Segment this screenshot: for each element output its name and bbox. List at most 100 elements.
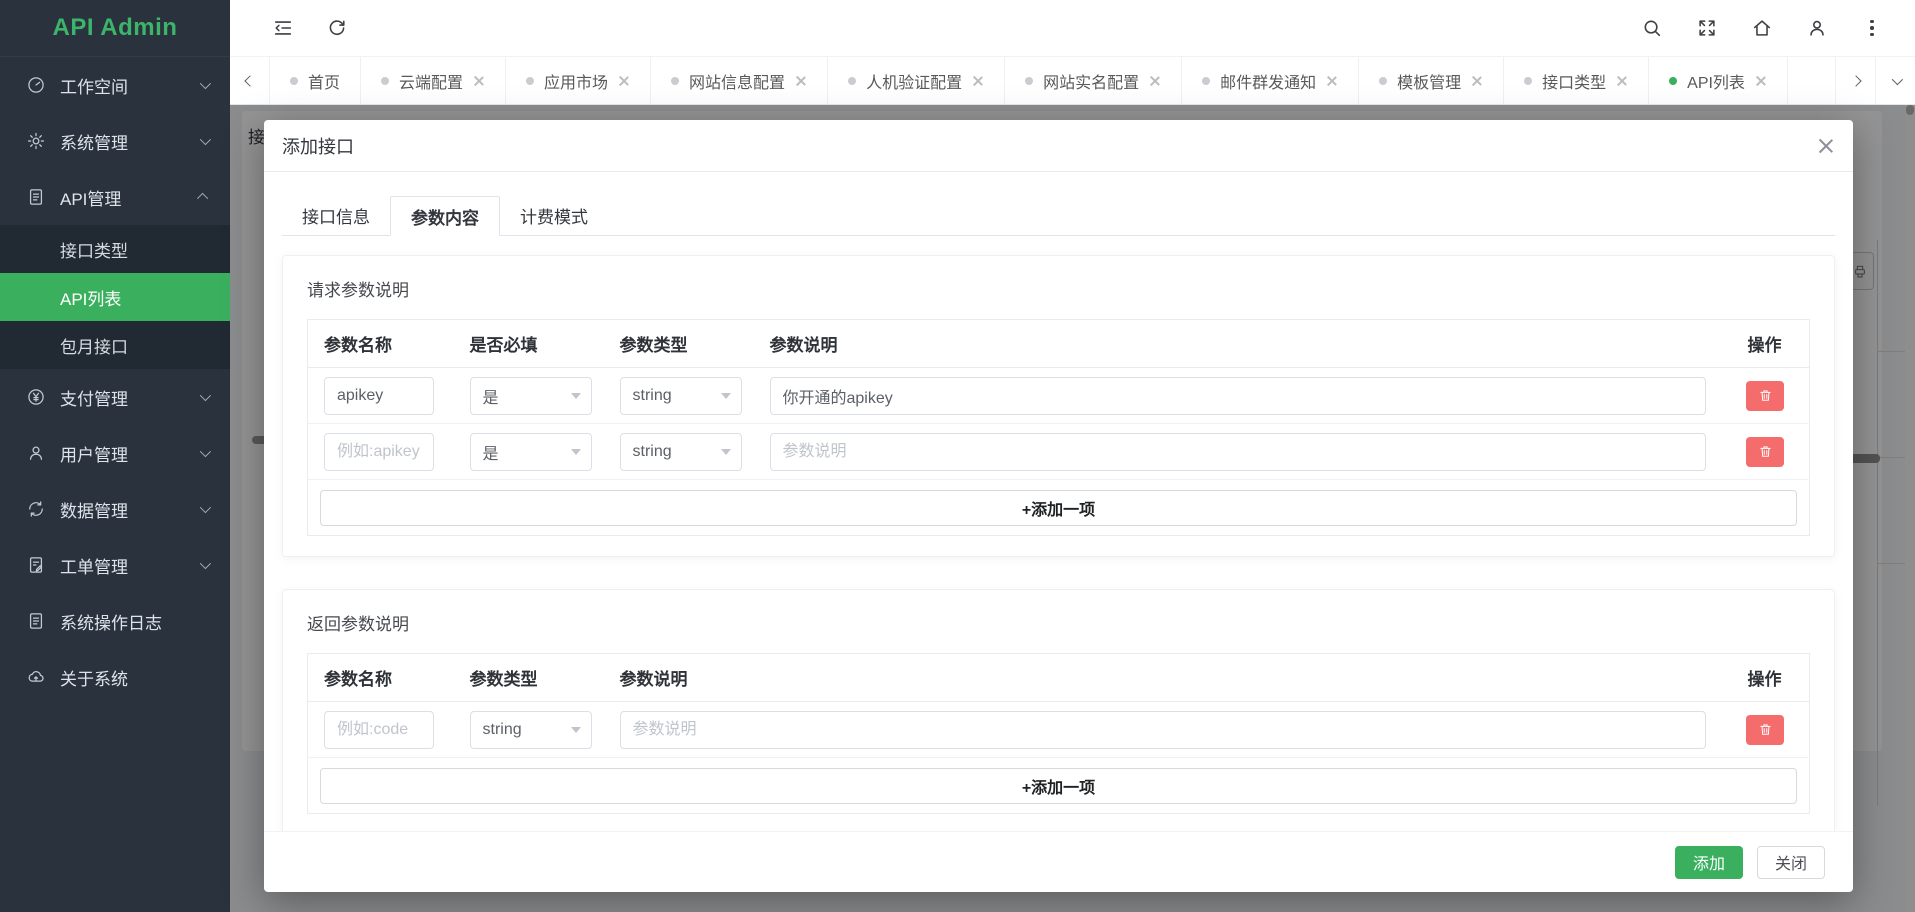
col-header-name: 参数名称 bbox=[308, 320, 454, 368]
param-type-select[interactable]: string bbox=[470, 711, 592, 749]
sidebar-item-payment[interactable]: 支付管理 bbox=[0, 369, 230, 425]
chevron-down-icon bbox=[200, 390, 211, 401]
dropdown-caret-icon bbox=[571, 393, 581, 399]
tab-label: 网站实名配置 bbox=[1043, 69, 1139, 93]
dialog-title: 添加接口 bbox=[282, 133, 354, 159]
tab-template-mgmt[interactable]: 模板管理 bbox=[1359, 57, 1504, 104]
tab-close-icon[interactable] bbox=[1471, 75, 1483, 87]
tab-api-info[interactable]: 接口信息 bbox=[282, 196, 390, 235]
select-value: string bbox=[633, 387, 721, 405]
refresh-icon[interactable] bbox=[326, 17, 348, 39]
delete-row-button[interactable] bbox=[1746, 715, 1784, 745]
sidebar-item-label: 用户管理 bbox=[60, 441, 200, 466]
param-required-select[interactable]: 是 bbox=[470, 433, 592, 471]
sidebar-item-label: 系统操作日志 bbox=[60, 609, 208, 634]
tab-home[interactable]: 首页 bbox=[270, 57, 361, 104]
tab-close-icon[interactable] bbox=[1326, 75, 1338, 87]
gear-icon bbox=[26, 131, 46, 151]
sidebar-item-system[interactable]: 系统管理 bbox=[0, 113, 230, 169]
sidebar-item-label: 工作空间 bbox=[60, 73, 200, 98]
tab-realname-config[interactable]: 网站实名配置 bbox=[1005, 57, 1182, 104]
param-desc-input[interactable] bbox=[770, 433, 1706, 471]
sidebar-subitem-api-list[interactable]: API列表 bbox=[0, 273, 230, 321]
param-name-input[interactable] bbox=[324, 433, 434, 471]
tab-mail-notify[interactable]: 邮件群发通知 bbox=[1182, 57, 1359, 104]
tab-close-icon[interactable] bbox=[795, 75, 807, 87]
return-params-table: 参数名称 参数类型 参数说明 操作 string bbox=[307, 653, 1810, 814]
add-param-button[interactable]: +添加一项 bbox=[320, 768, 1797, 804]
add-row: +添加一项 bbox=[308, 758, 1810, 814]
sidebar-fold-icon[interactable] bbox=[272, 17, 294, 39]
sidebar-item-workspace[interactable]: 工作空间 bbox=[0, 57, 230, 113]
tabs-scroll-right-button[interactable] bbox=[1835, 57, 1875, 104]
home-icon[interactable] bbox=[1751, 17, 1773, 39]
add-param-button[interactable]: +添加一项 bbox=[320, 490, 1797, 526]
sidebar-item-data[interactable]: 数据管理 bbox=[0, 481, 230, 537]
sidebar-item-label: API管理 bbox=[60, 185, 200, 210]
tab-app-market[interactable]: 应用市场 bbox=[506, 57, 651, 104]
close-button[interactable]: 关闭 bbox=[1757, 846, 1825, 879]
tab-dot-icon bbox=[1524, 77, 1532, 85]
sidebar-item-api[interactable]: API管理 bbox=[0, 169, 230, 225]
tab-cloud-config[interactable]: 云端配置 bbox=[361, 57, 506, 104]
param-name-input[interactable] bbox=[324, 711, 434, 749]
tab-close-icon[interactable] bbox=[1755, 75, 1767, 87]
sidebar-item-tickets[interactable]: 工单管理 bbox=[0, 537, 230, 593]
table-header-row: 参数名称 参数类型 参数说明 操作 bbox=[308, 654, 1810, 702]
tab-close-icon[interactable] bbox=[1149, 75, 1161, 87]
return-params-card: 返回参数说明 参数名称 参数类型 参数说明 操作 string bbox=[282, 589, 1835, 831]
select-value: string bbox=[483, 721, 571, 739]
tab-close-icon[interactable] bbox=[618, 75, 630, 87]
param-type-select[interactable]: string bbox=[620, 433, 742, 471]
request-params-card: 请求参数说明 参数名称 是否必填 参数类型 参数说明 操作 是 bbox=[282, 255, 1835, 557]
param-required-select[interactable]: 是 bbox=[470, 377, 592, 415]
document-icon bbox=[26, 187, 46, 207]
sidebar-item-label: 数据管理 bbox=[60, 497, 200, 522]
section-title: 请求参数说明 bbox=[307, 276, 1810, 301]
sidebar-subitem-monthly-api[interactable]: 包月接口 bbox=[0, 321, 230, 369]
tab-close-icon[interactable] bbox=[972, 75, 984, 87]
tab-close-icon[interactable] bbox=[473, 75, 485, 87]
sidebar-item-users[interactable]: 用户管理 bbox=[0, 425, 230, 481]
tab-dot-icon bbox=[1669, 77, 1677, 85]
sidebar-item-label: 工单管理 bbox=[60, 553, 200, 578]
app-root: API Admin 工作空间 系统管理 API管理 接口类型 API列表 包月接… bbox=[0, 0, 1915, 912]
add-button[interactable]: 添加 bbox=[1675, 846, 1743, 879]
tab-param-content[interactable]: 参数内容 bbox=[390, 196, 500, 236]
sidebar-subitem-api-type[interactable]: 接口类型 bbox=[0, 225, 230, 273]
param-type-select[interactable]: string bbox=[620, 377, 742, 415]
fullscreen-icon[interactable] bbox=[1696, 17, 1718, 39]
search-icon[interactable] bbox=[1641, 17, 1663, 39]
dropdown-caret-icon bbox=[571, 727, 581, 733]
param-desc-input[interactable] bbox=[620, 711, 1706, 749]
dropdown-caret-icon bbox=[721, 393, 731, 399]
more-menu-icon[interactable] bbox=[1861, 20, 1883, 37]
delete-row-button[interactable] bbox=[1746, 437, 1784, 467]
tab-api-list[interactable]: API列表 bbox=[1649, 57, 1788, 104]
trash-icon bbox=[1758, 444, 1773, 459]
chevron-left-icon bbox=[244, 75, 255, 86]
tab-dot-icon bbox=[1202, 77, 1210, 85]
col-header-op: 操作 bbox=[1722, 654, 1810, 702]
close-icon[interactable] bbox=[1817, 137, 1835, 155]
dialog-header: 添加接口 bbox=[264, 120, 1853, 172]
tab-site-info[interactable]: 网站信息配置 bbox=[651, 57, 828, 104]
tab-close-icon[interactable] bbox=[1616, 75, 1628, 87]
ticket-icon bbox=[26, 555, 46, 575]
param-desc-input[interactable] bbox=[770, 377, 1706, 415]
tab-captcha-config[interactable]: 人机验证配置 bbox=[828, 57, 1005, 104]
param-name-input[interactable] bbox=[324, 377, 434, 415]
tab-label: 人机验证配置 bbox=[866, 69, 962, 93]
tabs-scroll-left-button[interactable] bbox=[230, 57, 270, 104]
sidebar-item-syslog[interactable]: 系统操作日志 bbox=[0, 593, 230, 649]
user-avatar-icon[interactable] bbox=[1806, 17, 1828, 39]
sidebar-item-about[interactable]: 关于系统 bbox=[0, 649, 230, 705]
tabs-dropdown-button[interactable] bbox=[1875, 57, 1915, 104]
payment-icon bbox=[26, 387, 46, 407]
col-header-op: 操作 bbox=[1722, 320, 1810, 368]
dropdown-caret-icon bbox=[571, 449, 581, 455]
delete-row-button[interactable] bbox=[1746, 381, 1784, 411]
tab-api-type[interactable]: 接口类型 bbox=[1504, 57, 1649, 104]
tab-label: 接口类型 bbox=[1542, 69, 1606, 93]
tab-billing-mode[interactable]: 计费模式 bbox=[500, 196, 608, 235]
